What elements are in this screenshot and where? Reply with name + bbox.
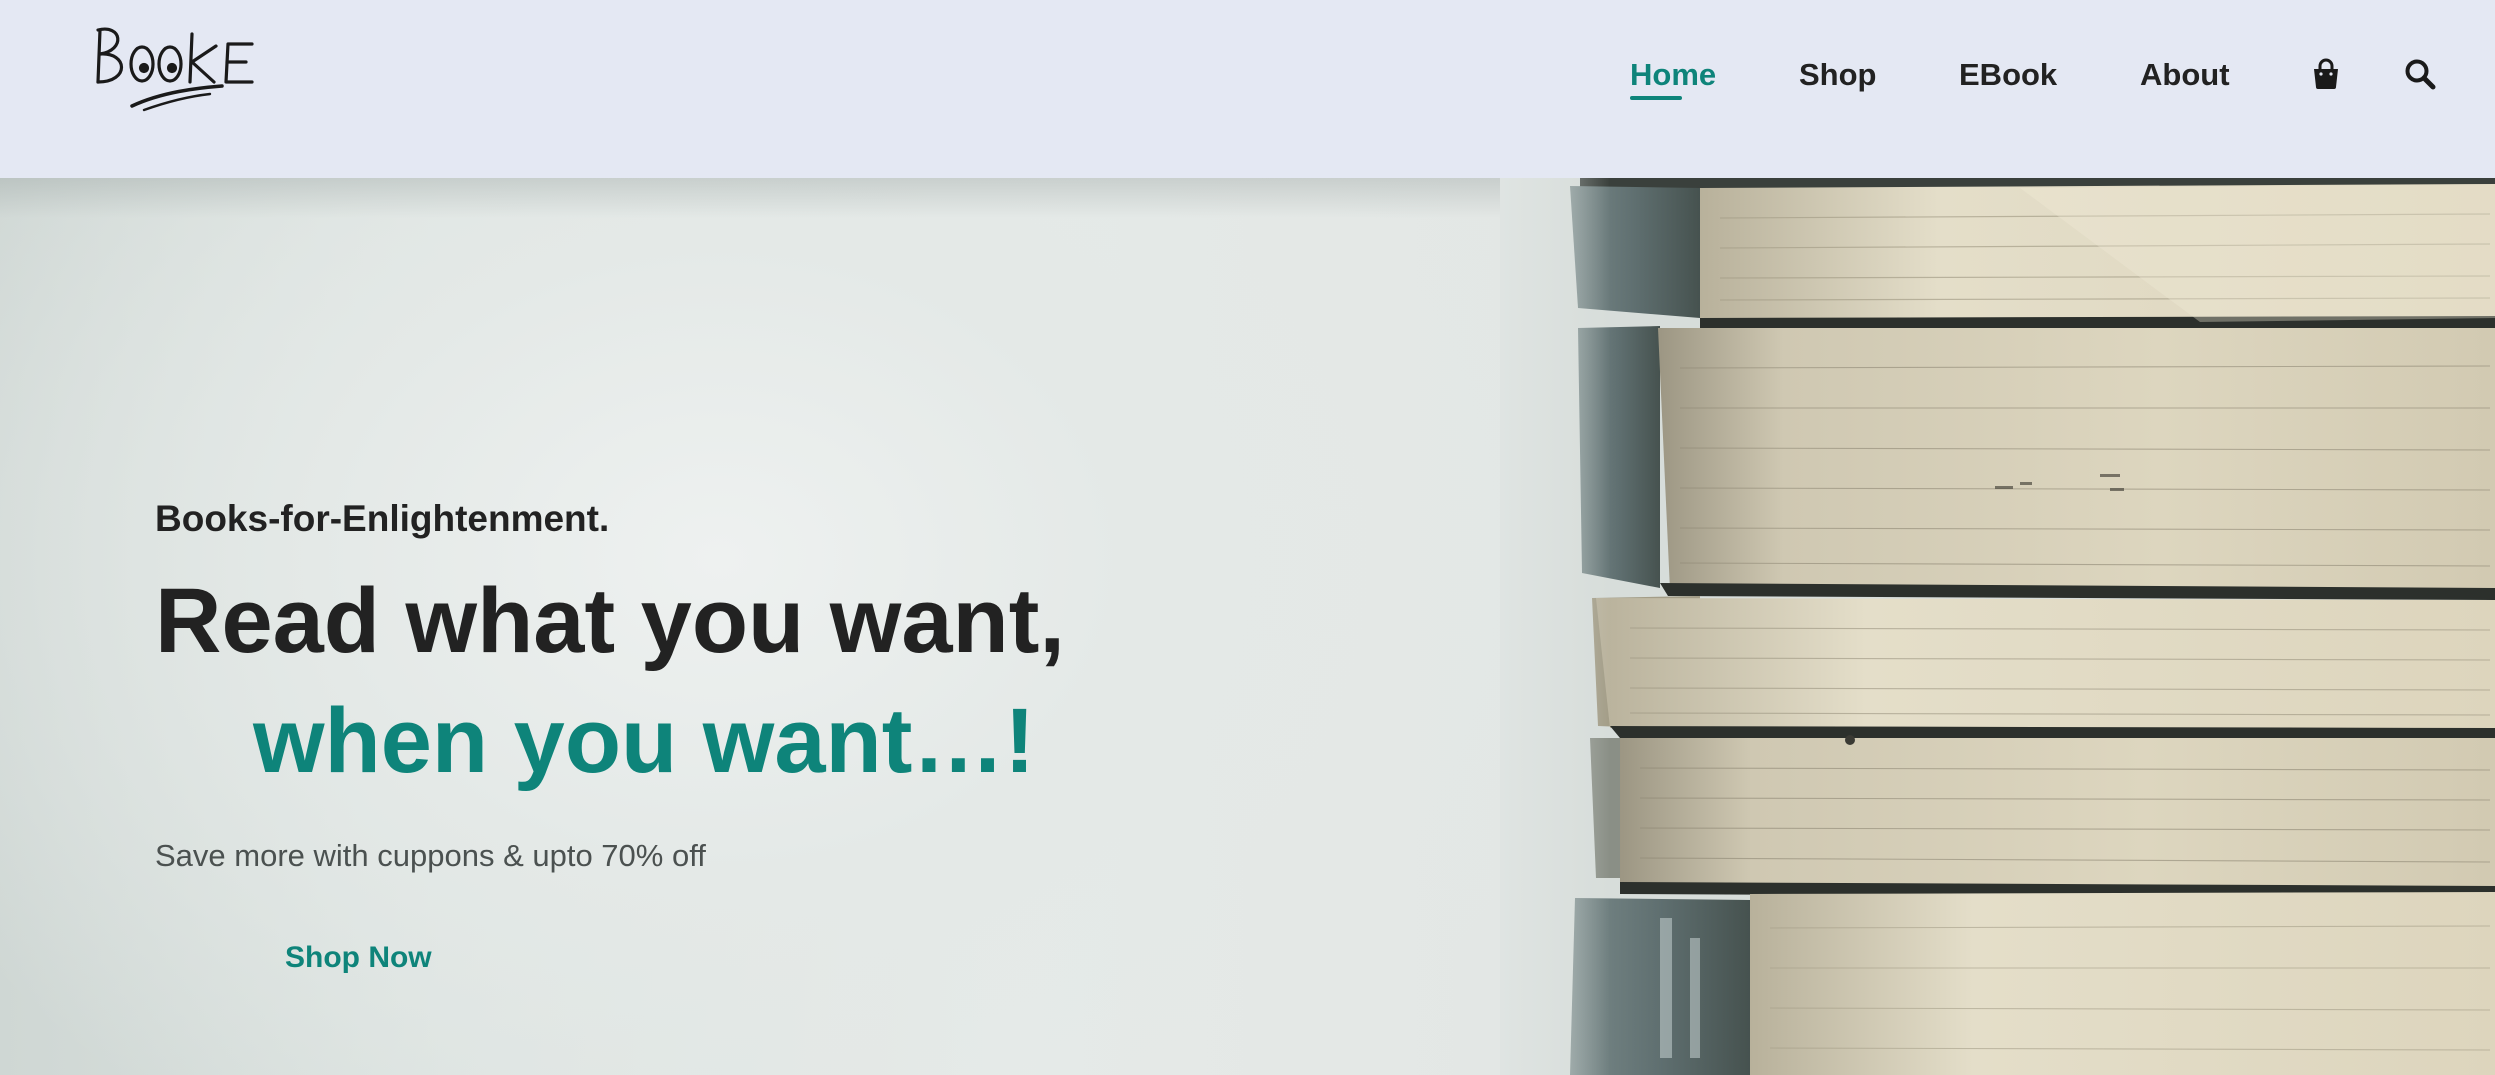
- nav-item-shop[interactable]: Shop: [1799, 50, 1877, 100]
- nav-item-about[interactable]: About: [2140, 50, 2230, 100]
- hero-subtext: Save more with cuppons & upto 70% off: [155, 838, 706, 873]
- main-nav: Home Shop EBook About: [0, 50, 2495, 100]
- site-header: Home Shop EBook About: [0, 0, 2495, 178]
- shopping-bag-icon[interactable]: [2309, 57, 2343, 91]
- hero-headline-line1: Read what you want,: [155, 570, 1065, 672]
- nav-item-shop-label: Shop: [1799, 57, 1877, 92]
- book-stack-image: [1500, 178, 2495, 1075]
- nav-item-home-label: Home: [1630, 57, 1717, 92]
- active-nav-underline: [1630, 96, 1682, 100]
- nav-item-ebook-label: EBook: [1959, 57, 2058, 92]
- shop-now-button[interactable]: Shop Now: [285, 941, 432, 975]
- nav-item-home[interactable]: Home: [1630, 50, 1716, 100]
- hero-headline-line2: when you want…!: [253, 690, 1035, 792]
- nav-item-ebook[interactable]: EBook: [1959, 50, 2057, 100]
- hero-banner: Books-for-Enlightenment. Read what you w…: [0, 178, 2495, 1075]
- nav-item-about-label: About: [2140, 57, 2230, 92]
- search-icon[interactable]: [2403, 57, 2437, 91]
- hero-tagline: Books-for-Enlightenment.: [155, 498, 610, 539]
